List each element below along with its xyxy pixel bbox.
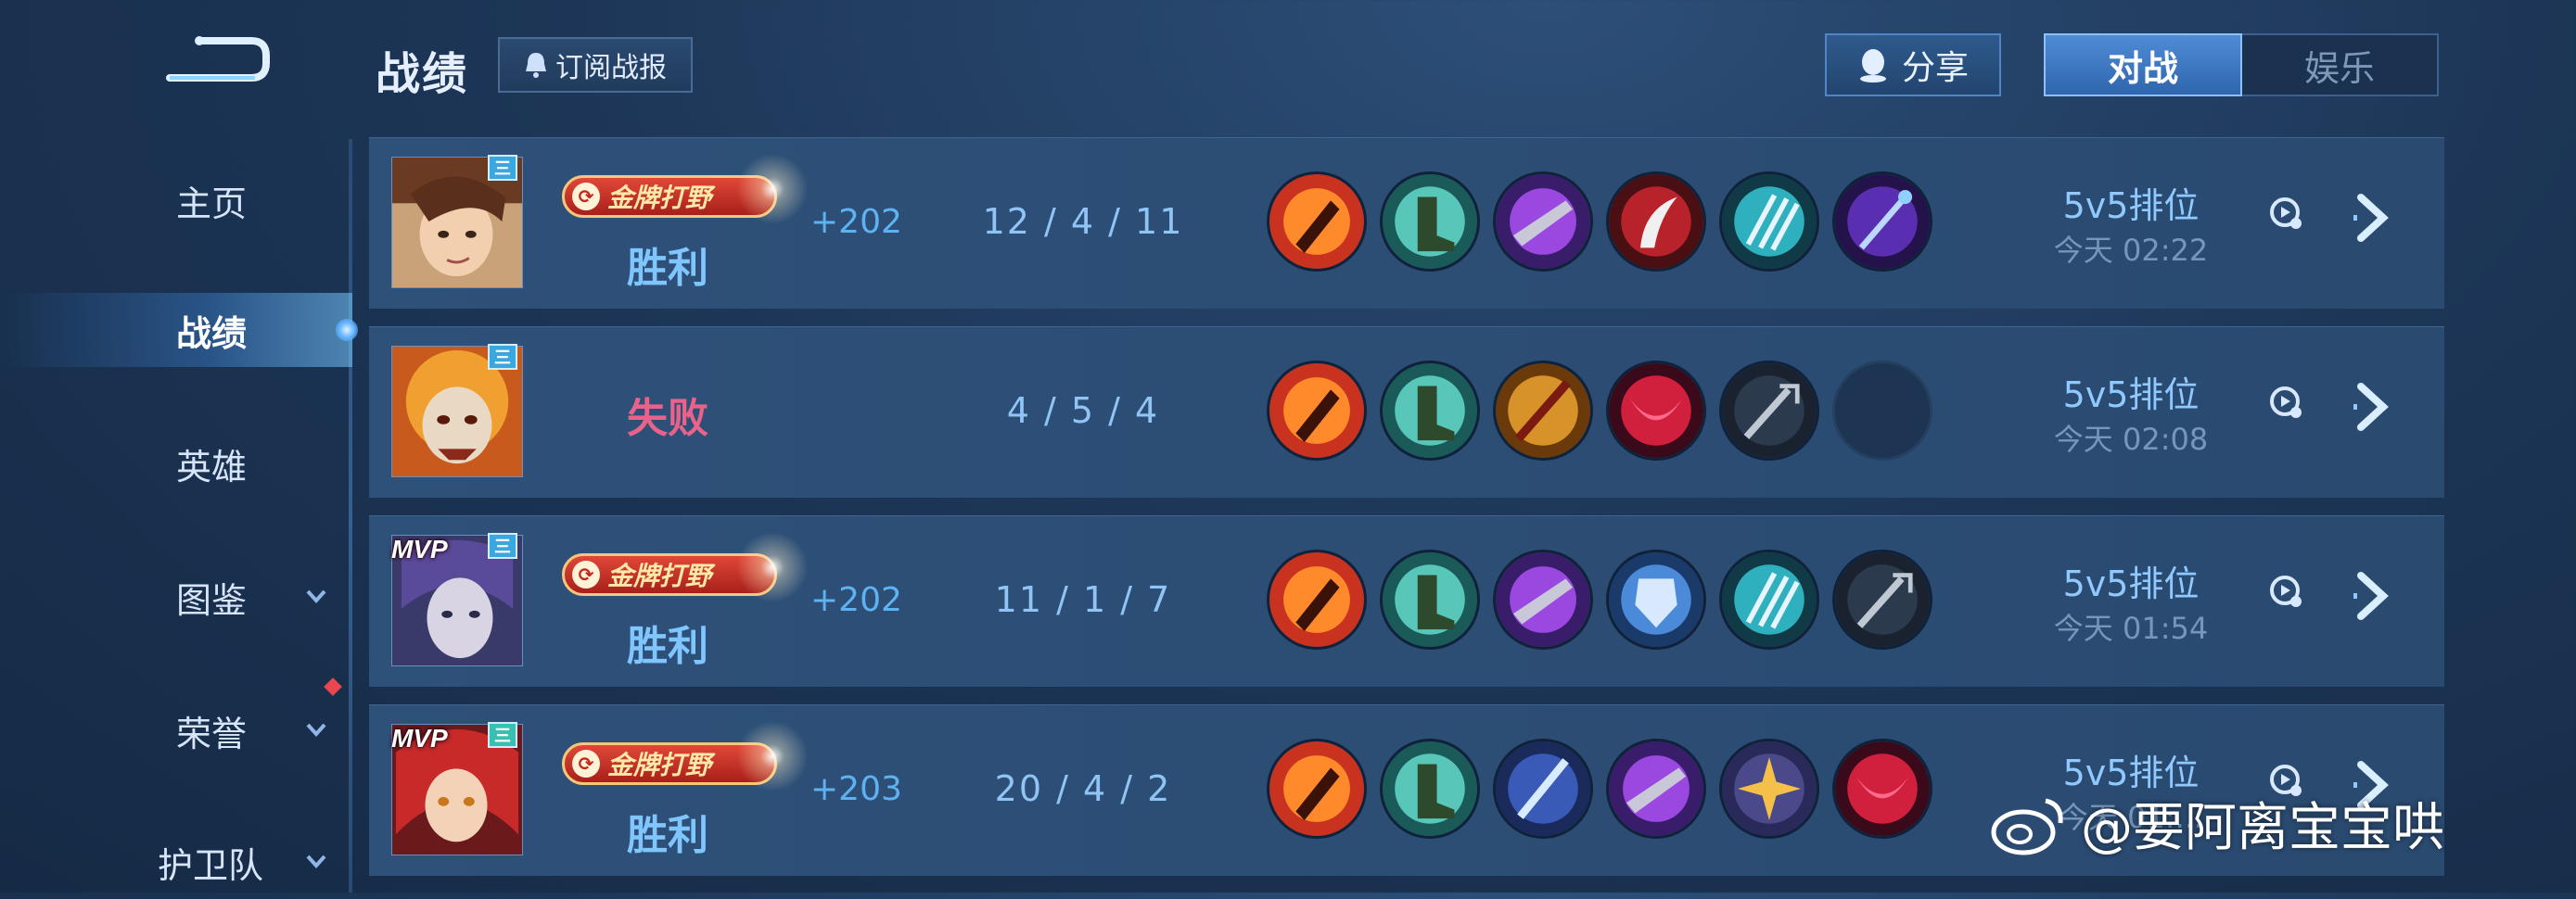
sidebar-item-codex[interactable]: 图鉴	[0, 560, 352, 634]
chevron-right-icon[interactable]	[2344, 568, 2400, 624]
item-blue-shield-icon	[1606, 550, 1706, 650]
points-change: +203	[810, 770, 902, 808]
item-dark-trident-icon	[1719, 361, 1819, 461]
points-change: +202	[810, 581, 902, 619]
item-green-boots-icon	[1380, 361, 1480, 461]
kda: 20 / 4 / 2	[994, 768, 1172, 809]
chevron-down-icon	[306, 589, 326, 603]
match-result: 胜利	[627, 245, 708, 292]
tab-entertainment[interactable]: 娱乐	[2242, 35, 2437, 95]
sidebar-item-label: 图鉴	[176, 579, 248, 621]
weibo-icon	[1991, 798, 2063, 855]
match-row[interactable]: 三 失败 4 / 5 / 4 5v5排位 今天 02:08	[369, 326, 2444, 498]
sidebar-item-label: 主页	[176, 183, 248, 224]
mvp-badge: MVP	[391, 535, 448, 563]
replay-icon[interactable]	[2268, 385, 2305, 422]
item-violet-staff-icon	[1832, 171, 1932, 272]
item-red-axe-icon	[1267, 361, 1367, 461]
item-list	[1267, 550, 1932, 650]
match-result: 失败	[627, 395, 708, 442]
kda: 11 / 1 / 7	[994, 579, 1172, 620]
sidebar-divider	[349, 139, 352, 893]
match-row[interactable]: MVP 三 ⟳ 金牌打野 胜利 +202 11 / 1 / 7 5v5排位 今天 …	[369, 515, 2444, 687]
match-time: 今天 01:54	[2053, 611, 2209, 646]
kda: 4 / 5 / 4	[1006, 390, 1160, 431]
item-red-mask-icon	[1832, 739, 1932, 839]
item-green-boots-icon	[1380, 171, 1480, 272]
match-result: 胜利	[627, 812, 708, 859]
chevron-right-icon[interactable]	[2344, 190, 2400, 246]
item-red-sickle-icon	[1606, 171, 1706, 272]
share-button[interactable]: 分享	[1825, 33, 2001, 96]
item-red-axe-icon	[1267, 171, 1367, 272]
item-blue-sword-icon	[1493, 739, 1593, 839]
match-time: 今天 02:08	[2053, 422, 2209, 457]
sidebar-item-label: 英雄	[176, 446, 248, 487]
kda: 12 / 4 / 11	[982, 201, 1184, 242]
rank-badge: 三	[488, 722, 517, 748]
sidebar-item-honor[interactable]: 荣誉	[0, 693, 352, 767]
sidebar-item-label: 荣誉	[176, 713, 248, 754]
share-icon	[1859, 49, 1886, 82]
item-dark-trident-icon	[1832, 550, 1932, 650]
rank-badge: 三	[488, 155, 517, 181]
item-gold-spear-icon	[1493, 361, 1593, 461]
sidebar-item-heroes[interactable]: 英雄	[0, 426, 352, 500]
item-list	[1267, 171, 1932, 272]
item-red-mask-icon	[1606, 361, 1706, 461]
back-icon[interactable]	[162, 28, 274, 93]
chevron-down-icon	[306, 855, 326, 868]
active-indicator	[336, 319, 358, 341]
swirl-icon: ⟳	[572, 561, 600, 589]
item-cyan-claw-icon	[1719, 171, 1819, 272]
game-mode: 5v5排位	[2062, 563, 2200, 604]
replay-icon[interactable]	[2268, 574, 2305, 611]
rank-badge: 三	[488, 533, 517, 559]
subscribe-report-button[interactable]: 订阅战报	[498, 37, 693, 93]
chevron-right-icon[interactable]	[2344, 379, 2400, 435]
sparkle-effect	[731, 147, 814, 231]
game-mode: 5v5排位	[2062, 374, 2200, 415]
match-time: 今天 02:22	[2053, 233, 2209, 268]
sparkle-effect	[731, 715, 814, 798]
sidebar-item-home[interactable]: 主页	[0, 163, 352, 237]
match-row[interactable]: 三 ⟳ 金牌打野 胜利 +202 12 / 4 / 11 5v5排位 今天 02:…	[369, 137, 2444, 309]
game-mode: 5v5排位	[2062, 185, 2200, 226]
sidebar-item-records[interactable]: 战绩	[0, 293, 352, 367]
item-list	[1267, 739, 1932, 839]
tab-battle[interactable]: 对战	[2044, 33, 2242, 96]
item-list	[1267, 361, 1932, 461]
subscribe-label: 订阅战报	[555, 52, 667, 84]
item-purple-blade-icon	[1493, 171, 1593, 272]
subscribe-icon	[526, 53, 546, 78]
item-red-axe-icon	[1267, 739, 1367, 839]
mode-tabs: 对战 娱乐	[2044, 33, 2439, 96]
sidebar-item-label: 护卫队	[158, 844, 264, 886]
sidebar-item-guard-team[interactable]: 护卫队	[0, 825, 352, 899]
item-cyan-claw-icon	[1719, 550, 1819, 650]
swirl-icon: ⟳	[572, 750, 600, 778]
sidebar-item-label: 战绩	[176, 312, 248, 354]
chevron-down-icon	[306, 723, 326, 737]
sparkle-effect	[731, 525, 814, 609]
item-purple-blade-icon	[1493, 550, 1593, 650]
item-green-boots-icon	[1380, 550, 1480, 650]
item-empty-slot	[1832, 361, 1932, 461]
swirl-icon: ⟳	[572, 183, 600, 210]
rank-badge: 三	[488, 344, 517, 370]
item-gold-star-icon	[1719, 739, 1819, 839]
watermark: @要阿离宝宝哄	[1990, 786, 2444, 861]
item-purple-blade-icon	[1606, 739, 1706, 839]
share-label: 分享	[1901, 49, 1969, 87]
match-result: 胜利	[627, 623, 708, 670]
mvp-badge: MVP	[391, 724, 448, 753]
points-change: +202	[810, 203, 902, 241]
page-title: 战绩	[376, 48, 469, 100]
watermark-text: @要阿离宝宝哄	[2081, 798, 2444, 858]
item-green-boots-icon	[1380, 739, 1480, 839]
item-red-axe-icon	[1267, 550, 1367, 650]
replay-icon[interactable]	[2268, 196, 2305, 233]
